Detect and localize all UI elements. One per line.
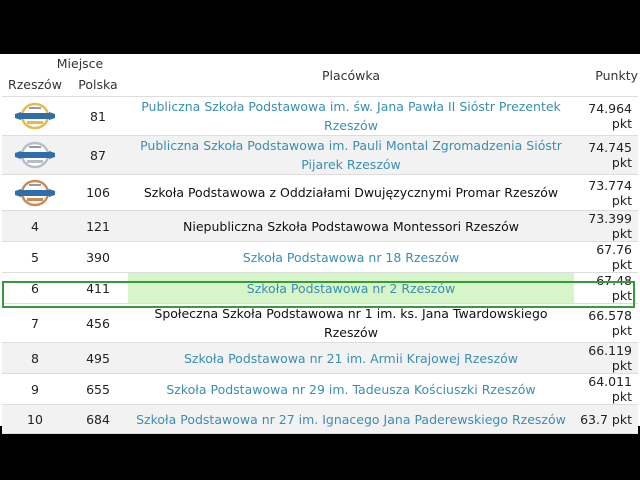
- table-row: 10 684 Szkoła Podstawowa nr 27 im. Ignaceg…: [2, 404, 638, 434]
- medal-badge-cell: [2, 135, 68, 175]
- rank-rzeszow: 6: [2, 272, 68, 304]
- rank-polska: 121: [68, 210, 128, 242]
- rank-rzeszow: 5: [2, 241, 68, 273]
- school-link[interactable]: Publiczna Szkoła Podstawowa im. Pauli Mo…: [128, 135, 574, 175]
- points-value: 64.011 pkt: [574, 373, 638, 405]
- rank-rzeszow: 9: [2, 373, 68, 405]
- school-name: Niepubliczna Szkoła Podstawowa Montessor…: [128, 210, 574, 242]
- school-name: Społeczna Szkoła Podstawowa nr 1 im. ks.…: [128, 303, 574, 343]
- rank-rzeszow: 10: [2, 404, 68, 434]
- header-placowka: Placówka: [128, 54, 574, 97]
- header-rzeszow: Rzeszów: [2, 72, 68, 97]
- table-row: 6 411 Szkoła Podstawowa nr 2 Rzeszów 67.48 …: [2, 272, 638, 304]
- rank-polska: 81: [68, 96, 128, 136]
- medal-badge-cell: [2, 96, 68, 136]
- table-row: 81 Publiczna Szkoła Podstawowa im. św. Ja…: [2, 96, 638, 136]
- points-value: 74.745 pkt: [574, 135, 638, 175]
- medal-gold-icon: [13, 102, 57, 130]
- points-value: 74.964 pkt: [574, 96, 638, 136]
- rank-rzeszow: 7: [2, 303, 68, 343]
- table-row: 106 Szkoła Podstawowa z Oddziałami Dwujęz…: [2, 174, 638, 211]
- points-value: 67.48 pkt: [574, 272, 638, 304]
- points-value: 66.119 pkt: [574, 342, 638, 374]
- rank-polska: 495: [68, 342, 128, 374]
- table-row: 4 121 Niepubliczna Szkoła Podstawowa Monte…: [2, 210, 638, 242]
- points-value: 73.399 pkt: [574, 210, 638, 242]
- points-value: 73.774 pkt: [574, 174, 638, 211]
- table-row: 87 Publiczna Szkoła Podstawowa im. Pauli …: [2, 135, 638, 175]
- school-link[interactable]: Szkoła Podstawowa nr 2 Rzeszów: [128, 272, 574, 304]
- school-link[interactable]: Publiczna Szkoła Podstawowa im. św. Jana…: [128, 96, 574, 136]
- school-link[interactable]: Szkoła Podstawowa nr 29 im. Tadeusza Koś…: [128, 373, 574, 405]
- rank-polska: 106: [68, 174, 128, 211]
- rank-polska: 390: [68, 241, 128, 273]
- rank-rzeszow: 4: [2, 210, 68, 242]
- header-miejsce: Miejsce: [56, 55, 104, 71]
- medal-badge-cell: [2, 174, 68, 211]
- points-value: 63.7 pkt: [574, 404, 638, 434]
- school-link[interactable]: Szkoła Podstawowa nr 18 Rzeszów: [128, 241, 574, 273]
- points-value: 67.76 pkt: [574, 241, 638, 273]
- school-link[interactable]: Szkoła Podstawowa nr 27 im. Ignacego Jan…: [128, 404, 574, 434]
- rank-polska: 411: [68, 272, 128, 304]
- school-name: Szkoła Podstawowa z Oddziałami Dwujęzycz…: [128, 174, 574, 211]
- rank-rzeszow: 8: [2, 342, 68, 374]
- ranking-table: Miejsce Placówka Punkty Rzeszów Polska 8…: [2, 54, 638, 434]
- table-row: 7 456 Społeczna Szkoła Podstawowa nr 1 im.…: [2, 303, 638, 343]
- points-value: 66.578 pkt: [574, 303, 638, 343]
- header-polska: Polska: [68, 72, 128, 97]
- table-row: 9 655 Szkoła Podstawowa nr 29 im. Tadeusza…: [2, 373, 638, 405]
- table-row: 5 390 Szkoła Podstawowa nr 18 Rzeszów 67.76…: [2, 241, 638, 273]
- medal-bronze-icon: [13, 179, 57, 207]
- medal-silver-icon: [13, 141, 57, 169]
- ranking-page: Miejsce Placówka Punkty Rzeszów Polska 8…: [0, 54, 640, 434]
- rank-polska: 655: [68, 373, 128, 405]
- rank-polska: 684: [68, 404, 128, 434]
- header-punkty: Punkty: [574, 54, 638, 97]
- rank-polska: 87: [68, 135, 128, 175]
- school-link[interactable]: Szkoła Podstawowa nr 21 im. Armii Krajow…: [128, 342, 574, 374]
- table-row: 8 495 Szkoła Podstawowa nr 21 im. Armii Kr…: [2, 342, 638, 374]
- rank-polska: 456: [68, 303, 128, 343]
